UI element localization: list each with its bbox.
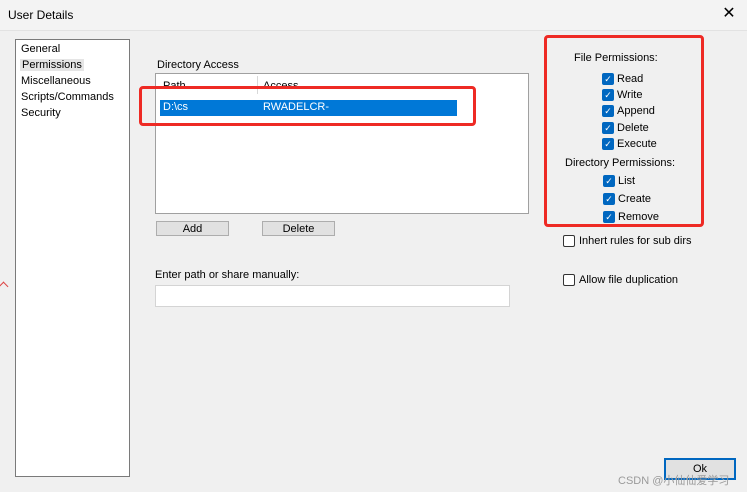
checkmark-icon[interactable]: ✓ — [602, 138, 614, 150]
checkbox-delete-label: Delete — [617, 122, 649, 134]
watermark: CSDN @小仙仙爱学习 — [618, 475, 730, 487]
checkbox-list-label: List — [618, 175, 636, 187]
inherit-rules-label: Inhert rules for sub dirs — [579, 235, 692, 247]
manual-path-input[interactable] — [155, 285, 510, 307]
nav-item-general[interactable]: General — [21, 43, 60, 55]
highlight-box-directory-row — [139, 86, 476, 126]
checkmark-icon[interactable]: ✓ — [603, 193, 615, 205]
checkbox-read[interactable]: ✓ Read — [602, 72, 692, 86]
checkbox-remove[interactable]: ✓ Remove — [603, 210, 693, 224]
checkmark-icon[interactable]: ✓ — [603, 211, 615, 223]
category-list[interactable]: General Permissions Miscellaneous Script… — [15, 39, 130, 477]
checkbox-append-label: Append — [617, 105, 655, 117]
manual-path-label: Enter path or share manually: — [155, 269, 300, 281]
window-title: User Details — [8, 8, 74, 22]
background-edge-mark — [0, 281, 9, 292]
delete-button[interactable]: Delete — [262, 221, 335, 236]
checkbox-execute[interactable]: ✓ Execute — [602, 137, 692, 151]
checkbox-write-label: Write — [617, 89, 643, 101]
checkbox-write[interactable]: ✓ Write — [602, 88, 692, 102]
checkbox-delete[interactable]: ✓ Delete — [602, 121, 692, 135]
checkmark-icon[interactable]: ✓ — [602, 73, 614, 85]
directory-permissions-label: Directory Permissions: — [565, 157, 676, 169]
nav-item-permissions[interactable]: Permissions — [20, 59, 84, 71]
checkbox-create[interactable]: ✓ Create — [603, 192, 693, 206]
checkbox-box[interactable] — [563, 235, 575, 247]
checkbox-read-label: Read — [617, 73, 644, 85]
checkbox-execute-label: Execute — [617, 138, 657, 150]
checkbox-remove-label: Remove — [618, 211, 659, 223]
nav-item-security[interactable]: Security — [21, 107, 61, 119]
add-button[interactable]: Add — [156, 221, 229, 236]
allow-file-duplication-label: Allow file duplication — [579, 274, 679, 286]
checkbox-create-label: Create — [618, 193, 652, 205]
checkbox-allow-file-duplication[interactable]: Allow file duplication — [563, 273, 723, 287]
nav-item-scripts-commands[interactable]: Scripts/Commands — [21, 91, 114, 103]
checkmark-icon[interactable]: ✓ — [602, 122, 614, 134]
checkbox-box[interactable] — [563, 274, 575, 286]
close-icon[interactable]: ✕ — [719, 4, 739, 24]
checkmark-icon[interactable]: ✓ — [602, 105, 614, 117]
checkbox-append[interactable]: ✓ Append — [602, 104, 692, 118]
file-permissions-label: File Permissions: — [574, 52, 658, 64]
directory-access-label: Directory Access — [157, 59, 239, 71]
checkmark-icon[interactable]: ✓ — [602, 89, 614, 101]
checkbox-list[interactable]: ✓ List — [603, 174, 693, 188]
title-bar — [0, 0, 747, 31]
checkmark-icon[interactable]: ✓ — [603, 175, 615, 187]
nav-item-miscellaneous[interactable]: Miscellaneous — [21, 75, 91, 87]
checkbox-inherit-rules[interactable]: Inhert rules for sub dirs — [563, 234, 723, 248]
